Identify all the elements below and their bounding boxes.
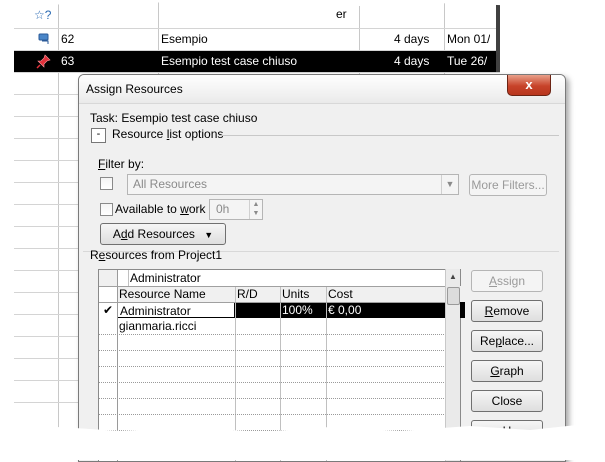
torn-edge-frame: [0, 0, 605, 460]
torn-edge-mask: [0, 0, 605, 460]
